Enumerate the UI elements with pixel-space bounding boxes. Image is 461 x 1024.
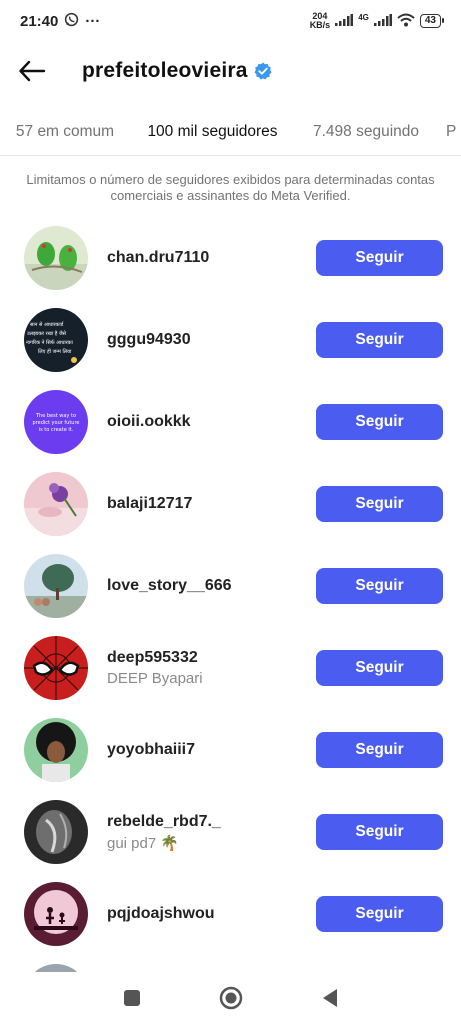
list-item[interactable]: love_story__666 Seguir xyxy=(0,545,461,627)
avatar[interactable] xyxy=(24,554,88,618)
username[interactable]: chan.dru7110 xyxy=(107,249,209,267)
triangle-back-icon xyxy=(322,989,337,1007)
follower-names: love_story__666 xyxy=(107,545,232,627)
avatar[interactable] xyxy=(24,800,88,864)
wifi-icon xyxy=(397,13,415,29)
avatar[interactable] xyxy=(24,472,88,536)
signal-icon-2 xyxy=(373,14,392,28)
list-item[interactable]: pqjdoajshwou Seguir xyxy=(0,873,461,955)
username[interactable]: balaji12717 xyxy=(107,495,192,513)
avatar-text: predict your future xyxy=(33,420,80,426)
follow-button[interactable]: Seguir xyxy=(316,732,443,768)
follower-names: pqjdoajshwou xyxy=(107,873,215,955)
page-title: prefeitoleovieira xyxy=(82,59,248,82)
follower-names: yoyobhaiii7 xyxy=(107,709,195,791)
full-name: DEEP Byapari xyxy=(107,670,203,687)
follow-button[interactable]: Seguir xyxy=(316,486,443,522)
avatar-text: is to create it. xyxy=(39,427,74,433)
avatar-text: सान से आधारकार्ड xyxy=(30,321,64,328)
follow-button[interactable]: Seguir xyxy=(316,568,443,604)
whatsapp-icon xyxy=(64,12,79,31)
followers-list: chan.dru7110 Seguir सान से आधारकार्ड उलझ… xyxy=(0,217,461,972)
follow-button[interactable]: Seguir xyxy=(316,896,443,932)
back-button[interactable] xyxy=(2,42,62,100)
list-item[interactable]: deep595332 DEEP Byapari Seguir xyxy=(0,627,461,709)
network-type: 4G xyxy=(358,12,369,22)
username[interactable]: oioii.ookkk xyxy=(107,413,191,431)
follower-names: balaji12717 xyxy=(107,463,192,545)
avatar-text: नागरिक ने सिर्फ आधारका xyxy=(26,339,74,346)
follower-names: oioii.ookkk xyxy=(107,381,191,463)
username[interactable]: deep595332 xyxy=(107,649,203,667)
follower-names: deep595332 DEEP Byapari xyxy=(107,627,203,709)
avatar[interactable] xyxy=(24,718,88,782)
status-more: ··· xyxy=(85,12,101,30)
username[interactable]: gggu94930 xyxy=(107,331,191,349)
list-item[interactable]: rebelde_rbd7._ gui pd7 🌴 Seguir xyxy=(0,791,461,873)
follower-names: chan.dru7110 xyxy=(107,217,209,299)
circle-icon xyxy=(219,986,242,1010)
avatar[interactable]: The best way to predict your future is t… xyxy=(24,390,88,454)
tab-mutual[interactable]: 57 em comum xyxy=(0,108,130,155)
follow-button[interactable]: Seguir xyxy=(316,404,443,440)
status-left: 21:40 ··· xyxy=(20,12,100,31)
username[interactable]: yoyobhaiii7 xyxy=(107,741,195,759)
header: prefeitoleovieira xyxy=(0,42,461,100)
recents-button[interactable] xyxy=(120,986,144,1010)
tab-more[interactable]: P xyxy=(446,108,461,155)
back-arrow-icon xyxy=(19,60,46,82)
network-speed: 204 KB/s xyxy=(310,12,331,30)
status-time: 21:40 xyxy=(20,12,59,30)
avatar-text: लिए ही जन्म लिया xyxy=(38,348,72,355)
network-speed-unit: KB/s xyxy=(309,20,331,30)
status-bar: 21:40 ··· 204 KB/s 4G 43 xyxy=(0,0,461,42)
followers-limit-notice: Limitamos o número de seguidores exibido… xyxy=(26,172,435,203)
list-item[interactable] xyxy=(0,955,461,972)
avatar-text: उलझाकर रखा है जैसे xyxy=(27,330,67,337)
avatar[interactable]: सान से आधारकार्ड उलझाकर रखा है जैसे नागर… xyxy=(24,308,88,372)
avatar[interactable] xyxy=(24,226,88,290)
follower-names: gggu94930 xyxy=(107,299,191,381)
tabs-bar: 57 em comum 100 mil seguidores 7.498 seg… xyxy=(0,108,461,156)
avatar-text: The best way to xyxy=(35,413,76,419)
username[interactable]: pqjdoajshwou xyxy=(107,905,215,923)
full-name: gui pd7 🌴 xyxy=(107,834,180,852)
home-button[interactable] xyxy=(219,986,243,1010)
list-item[interactable]: yoyobhaiii7 Seguir xyxy=(0,709,461,791)
follow-button[interactable]: Seguir xyxy=(316,814,443,850)
status-right: 204 KB/s 4G 43 xyxy=(310,12,445,30)
list-item[interactable]: balaji12717 Seguir xyxy=(0,463,461,545)
system-nav-bar xyxy=(0,972,461,1024)
follower-names: rebelde_rbd7._ gui pd7 🌴 xyxy=(107,791,221,873)
list-item[interactable]: The best way to predict your future is t… xyxy=(0,381,461,463)
tab-following[interactable]: 7.498 seguindo xyxy=(295,108,437,155)
verified-badge-icon xyxy=(254,62,272,80)
signal-icon xyxy=(335,14,354,28)
username[interactable]: rebelde_rbd7._ xyxy=(107,813,221,831)
avatar[interactable] xyxy=(24,882,88,946)
follow-button[interactable]: Seguir xyxy=(316,650,443,686)
avatar[interactable] xyxy=(24,636,88,700)
back-nav-button[interactable] xyxy=(318,986,342,1010)
avatar[interactable] xyxy=(24,964,88,972)
list-item[interactable]: सान से आधारकार्ड उलझाकर रखा है जैसे नागर… xyxy=(0,299,461,381)
username[interactable]: love_story__666 xyxy=(107,577,232,595)
square-icon xyxy=(123,990,140,1006)
battery-indicator: 43 xyxy=(419,14,445,28)
follow-button[interactable]: Seguir xyxy=(316,322,443,358)
follow-button[interactable]: Seguir xyxy=(316,240,443,276)
tab-followers[interactable]: 100 mil seguidores xyxy=(130,108,295,155)
list-item[interactable]: chan.dru7110 Seguir xyxy=(0,217,461,299)
